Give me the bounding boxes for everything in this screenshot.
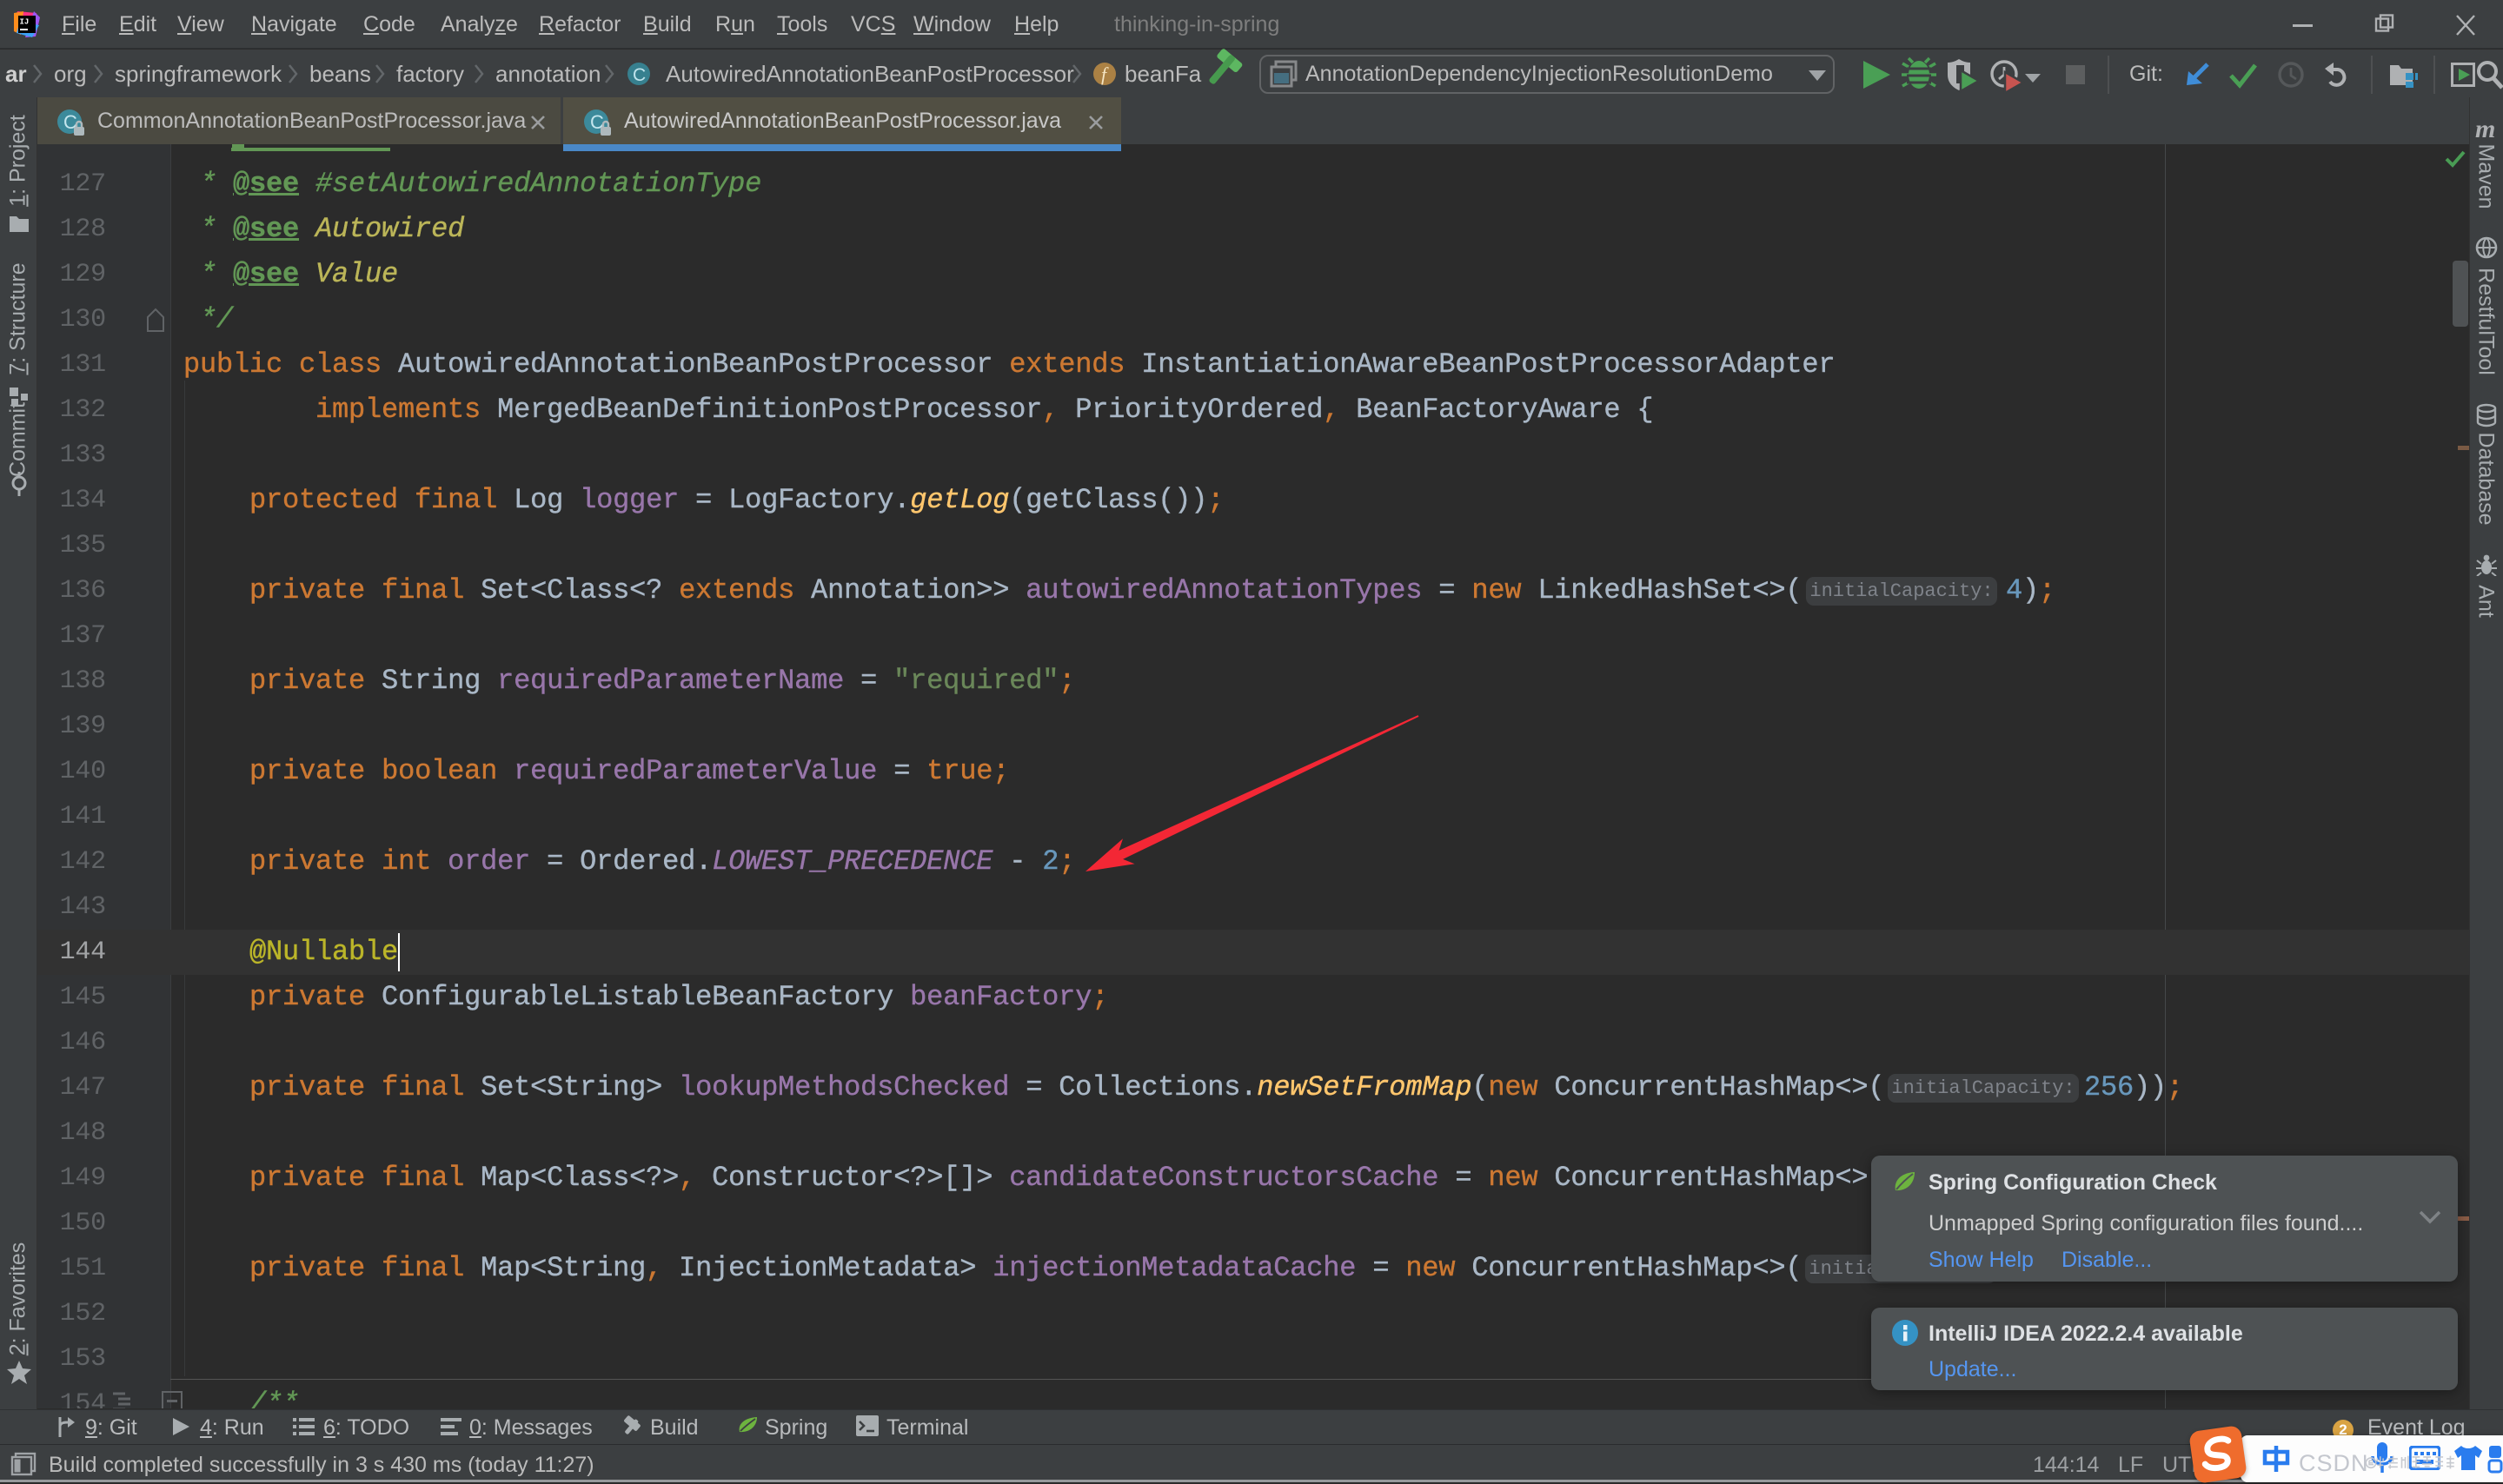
svg-text:C: C bbox=[633, 65, 646, 85]
svg-text:IJ: IJ bbox=[20, 18, 30, 27]
